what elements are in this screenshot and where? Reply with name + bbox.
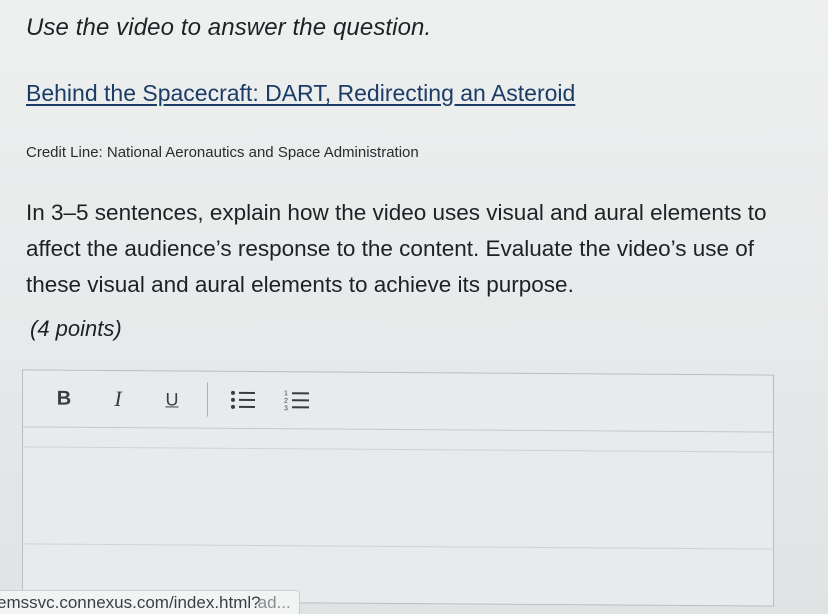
svg-text:2: 2 [284, 398, 288, 405]
status-bar-url: emssvc.connexus.com/index.html?ad... [0, 590, 300, 614]
italic-button[interactable]: I [97, 381, 139, 417]
bullet-list-button[interactable] [222, 382, 264, 418]
numbered-list-icon: 1 2 3 [284, 388, 310, 412]
question-instruction: Use the video to answer the question. [26, 14, 432, 41]
numbered-list-button[interactable]: 1 2 3 [276, 382, 318, 418]
status-url-text: emssvc.connexus.com/index.html? [0, 593, 261, 612]
bullet-list-icon [230, 389, 256, 411]
underline-button[interactable]: U [151, 381, 193, 417]
editor-toolbar: B I U 1 2 3 [23, 370, 773, 433]
credit-line: Credit Line: National Aeronautics and Sp… [26, 144, 419, 161]
answer-text-area[interactable] [23, 446, 773, 550]
video-title-link[interactable]: Behind the Spacecraft: DART, Redirecting… [26, 80, 575, 107]
toolbar-divider [207, 382, 208, 417]
bold-button[interactable]: B [43, 381, 85, 417]
status-url-fade: ad... [257, 593, 291, 612]
svg-text:3: 3 [284, 405, 288, 412]
answer-editor: B I U 1 2 3 [22, 369, 774, 607]
svg-text:1: 1 [284, 390, 288, 397]
question-prompt: In 3–5 sentences, explain how the video … [26, 200, 767, 297]
assessment-page: Use the video to answer the question. Be… [0, 0, 828, 614]
points-label: (4 points) [30, 316, 122, 341]
